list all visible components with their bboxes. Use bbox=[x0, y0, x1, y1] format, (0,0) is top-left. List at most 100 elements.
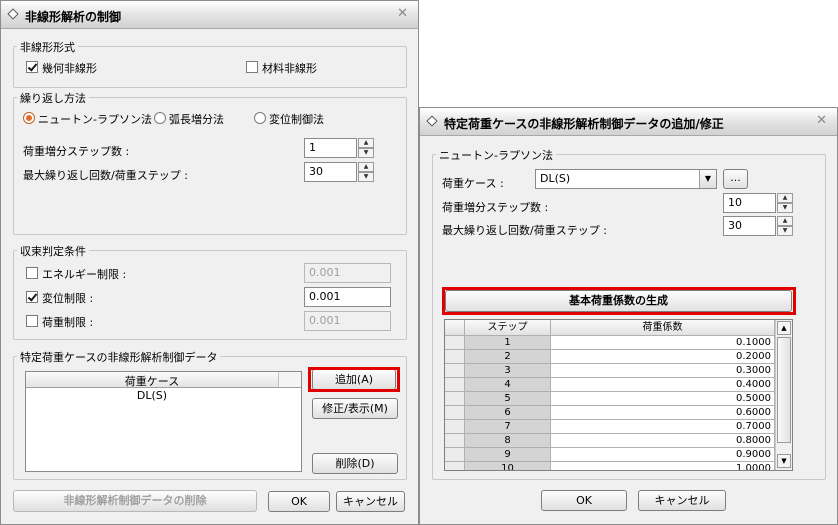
load-factor-cell[interactable]: 1.0000 bbox=[551, 462, 775, 470]
loadcase-list-header[interactable]: 荷重ケース bbox=[26, 372, 301, 388]
right-max-iter-label: 最大繰り返し回数/荷重ステップ : bbox=[442, 224, 607, 237]
convergence-label: 収束判定条件 bbox=[17, 243, 89, 259]
load-steps-label: 荷重増分ステップ数 : bbox=[23, 145, 130, 158]
load-limit-checkbox[interactable] bbox=[26, 315, 38, 327]
scroll-down-icon[interactable]: ▼ bbox=[777, 454, 791, 468]
material-nonlinear-checkbox[interactable] bbox=[246, 61, 258, 73]
load-case-value: DL(S) bbox=[540, 172, 571, 185]
displacement-limit-input[interactable]: 0.001 bbox=[304, 287, 391, 307]
displacement-control-label: 変位制御法 bbox=[269, 113, 324, 126]
step-cell: 9 bbox=[465, 448, 551, 462]
list-item[interactable]: DL(S) bbox=[26, 389, 278, 402]
table-corner-header bbox=[445, 320, 465, 336]
load-steps-input[interactable]: 1 bbox=[304, 138, 357, 158]
ok-button[interactable]: OK bbox=[268, 491, 330, 512]
displacement-control-radio[interactable] bbox=[254, 112, 266, 124]
row-selector[interactable] bbox=[445, 336, 465, 350]
right-max-iter-spinner[interactable]: ▲ ▼ bbox=[777, 216, 793, 236]
displacement-limit-checkbox[interactable] bbox=[26, 291, 38, 303]
energy-limit-checkbox[interactable] bbox=[26, 267, 38, 279]
max-iter-spinner[interactable]: ▲ ▼ bbox=[358, 162, 374, 182]
load-factor-cell[interactable]: 0.6000 bbox=[551, 406, 775, 420]
row-selector[interactable] bbox=[445, 462, 465, 470]
chevron-down-icon[interactable]: ▼ bbox=[699, 170, 716, 188]
factor-column-header: 荷重係数 bbox=[551, 320, 775, 336]
step-cell: 7 bbox=[465, 420, 551, 434]
load-limit-label: 荷重制限 : bbox=[42, 316, 94, 329]
row-selector[interactable] bbox=[445, 364, 465, 378]
energy-limit-label: エネルギー制限 : bbox=[42, 268, 127, 281]
step-column-header: ステップ bbox=[465, 320, 551, 336]
load-limit-input[interactable]: 0.001 bbox=[304, 311, 391, 331]
load-case-select[interactable]: DL(S) ▼ bbox=[535, 169, 717, 189]
table-scrollbar[interactable]: ▲ ▼ bbox=[775, 320, 792, 470]
row-selector[interactable] bbox=[445, 350, 465, 364]
specific-loadcase-label: 特定荷重ケースの非線形解析制御データ bbox=[17, 349, 221, 365]
load-steps-spinner[interactable]: ▲ ▼ bbox=[358, 138, 374, 158]
list-header-divider bbox=[278, 372, 301, 387]
step-cell: 8 bbox=[465, 434, 551, 448]
loadcase-list[interactable]: 荷重ケース DL(S) bbox=[25, 371, 302, 472]
row-selector[interactable] bbox=[445, 448, 465, 462]
max-iter-input[interactable]: 30 bbox=[304, 162, 357, 182]
load-factor-cell[interactable]: 0.8000 bbox=[551, 434, 775, 448]
dialog-menu-icon[interactable] bbox=[7, 8, 19, 20]
cancel-button[interactable]: キャンセル bbox=[336, 491, 405, 512]
row-selector[interactable] bbox=[445, 392, 465, 406]
right-ok-button[interactable]: OK bbox=[541, 490, 627, 511]
scroll-thumb[interactable] bbox=[777, 337, 791, 443]
dialog-menu-icon[interactable] bbox=[426, 115, 438, 127]
right-load-steps-label: 荷重増分ステップ数 : bbox=[442, 201, 549, 214]
load-factor-cell[interactable]: 0.1000 bbox=[551, 336, 775, 350]
browse-button[interactable]: ... bbox=[723, 169, 748, 189]
newton-raphson-radio[interactable] bbox=[23, 112, 35, 124]
step-cell: 10 bbox=[465, 462, 551, 470]
row-selector[interactable] bbox=[445, 420, 465, 434]
left-dialog-title: 非線形解析の制御 bbox=[25, 10, 122, 24]
generate-button-highlight bbox=[442, 287, 796, 315]
step-cell: 2 bbox=[465, 350, 551, 364]
right-max-iter-input[interactable]: 30 bbox=[723, 216, 776, 236]
load-factor-cell[interactable]: 0.3000 bbox=[551, 364, 775, 378]
row-selector[interactable] bbox=[445, 406, 465, 420]
load-case-label: 荷重ケース : bbox=[442, 177, 504, 190]
load-factor-cell[interactable]: 0.2000 bbox=[551, 350, 775, 364]
modify-view-button[interactable]: 修正/表示(M) bbox=[312, 398, 398, 419]
scroll-up-icon[interactable]: ▲ bbox=[777, 321, 791, 335]
delete-button[interactable]: 削除(D) bbox=[312, 453, 398, 474]
load-factor-cell[interactable]: 0.9000 bbox=[551, 448, 775, 462]
material-nonlinear-label: 材料非線形 bbox=[262, 62, 317, 75]
load-factor-cell[interactable]: 0.7000 bbox=[551, 420, 775, 434]
close-icon[interactable]: ✕ bbox=[397, 6, 408, 21]
step-cell: 6 bbox=[465, 406, 551, 420]
add-button-highlight bbox=[308, 367, 400, 392]
right-load-steps-spinner[interactable]: ▲ ▼ bbox=[777, 193, 793, 213]
geometric-nonlinear-checkbox[interactable] bbox=[26, 61, 38, 73]
specific-loadcase-dialog: 特定荷重ケースの非線形解析制御データの追加/修正 ✕ ニュートン-ラプソン法 荷… bbox=[419, 107, 838, 525]
row-selector[interactable] bbox=[445, 434, 465, 448]
nonlinear-type-label: 非線形形式 bbox=[17, 39, 78, 55]
newton-raphson-label: ニュートン-ラプソン法 bbox=[38, 113, 152, 126]
right-load-steps-input[interactable]: 10 bbox=[723, 193, 776, 213]
row-selector[interactable] bbox=[445, 378, 465, 392]
newton-raphson-group-label: ニュートン-ラプソン法 bbox=[436, 147, 556, 163]
step-cell: 3 bbox=[465, 364, 551, 378]
load-factor-table[interactable]: ステップ 荷重係数 1 0.1000 2 0.2000 3 0.3000 4 0.4000 5 0.5… bbox=[444, 319, 793, 471]
nonlinear-control-dialog: 非線形解析の制御 ✕ 非線形形式 幾何非線形 材料非線形 繰り返し方法 ニュート… bbox=[0, 0, 419, 525]
right-dialog-title: 特定荷重ケースの非線形解析制御データの追加/修正 bbox=[444, 117, 724, 131]
load-factor-cell[interactable]: 0.4000 bbox=[551, 378, 775, 392]
left-titlebar: 非線形解析の制御 ✕ bbox=[1, 1, 418, 29]
close-icon[interactable]: ✕ bbox=[816, 113, 827, 128]
delete-all-control-data-button[interactable]: 非線形解析制御データの削除 bbox=[13, 490, 257, 512]
step-cell: 4 bbox=[465, 378, 551, 392]
geometric-nonlinear-label: 幾何非線形 bbox=[42, 62, 97, 75]
arc-length-label: 弧長増分法 bbox=[169, 113, 224, 126]
load-factor-cell[interactable]: 0.5000 bbox=[551, 392, 775, 406]
right-titlebar: 特定荷重ケースの非線形解析制御データの追加/修正 ✕ bbox=[420, 108, 837, 136]
right-cancel-button[interactable]: キャンセル bbox=[638, 490, 726, 511]
step-cell: 1 bbox=[465, 336, 551, 350]
arc-length-radio[interactable] bbox=[154, 112, 166, 124]
energy-limit-input[interactable]: 0.001 bbox=[304, 263, 391, 283]
displacement-limit-label: 変位制限 : bbox=[42, 292, 94, 305]
step-cell: 5 bbox=[465, 392, 551, 406]
